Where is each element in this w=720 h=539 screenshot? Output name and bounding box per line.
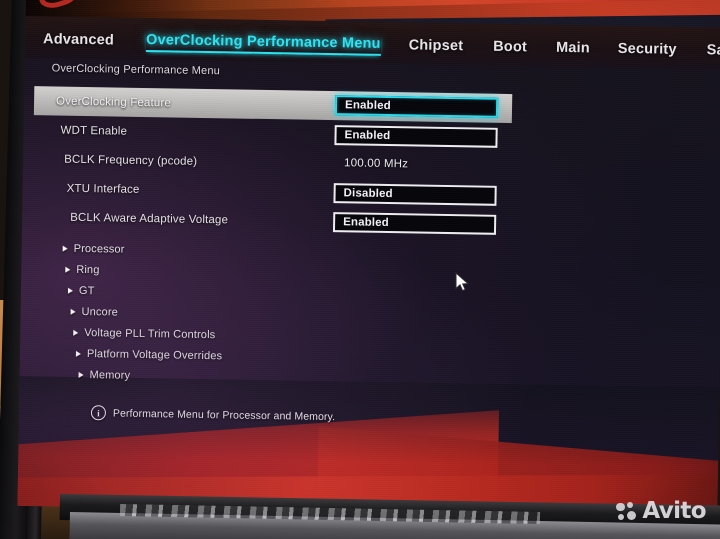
setting-value-text: Enabled <box>344 99 391 113</box>
tab-main[interactable]: Main <box>556 38 590 59</box>
setting-label: BCLK Frequency (pcode) <box>64 153 198 168</box>
help-text: Performance Menu for Processor and Memor… <box>112 407 336 423</box>
chevron-right-icon <box>78 371 84 378</box>
info-icon: i <box>90 405 107 421</box>
tab-boot[interactable]: Boot <box>493 37 527 58</box>
avito-dots-icon <box>616 501 637 522</box>
bios-screen: GAMERS BIOS Utility - Advanced Mode Adva… <box>17 0 720 518</box>
setting-value-xtu-interface[interactable]: Disabled <box>333 183 497 206</box>
photo-scene: GAMERS BIOS Utility - Advanced Mode Adva… <box>0 0 720 539</box>
submenu-label: Voltage PLL Trim Controls <box>84 326 216 341</box>
tab-chipset[interactable]: Chipset <box>408 35 463 56</box>
submenu-label: Ring <box>76 263 100 276</box>
chevron-right-icon <box>70 308 76 315</box>
chevron-right-icon <box>73 329 79 336</box>
chevron-right-icon <box>67 287 74 294</box>
rog-eye-icon <box>38 0 72 1</box>
tab-overclocking-performance-menu[interactable]: OverClocking Performance Menu <box>145 29 381 56</box>
avito-watermark-text: Avito <box>642 498 706 524</box>
submenu-label: Platform Voltage Overrides <box>86 347 223 362</box>
setting-label: XTU Interface <box>66 182 140 196</box>
tab-security[interactable]: Security <box>618 39 677 60</box>
setting-label: BCLK Aware Adaptive Voltage <box>70 211 229 226</box>
submenu-label: GT <box>78 284 95 297</box>
avito-watermark: Avito <box>616 498 707 524</box>
submenu-label: Memory <box>89 368 131 382</box>
breadcrumb: OverClocking Performance Menu <box>51 62 221 78</box>
setting-value-text: Enabled <box>344 129 391 143</box>
setting-value-bclk-frequency: 100.00 MHz <box>344 157 409 171</box>
tab-save-and-exit[interactable]: Save & Exit <box>707 40 720 61</box>
setting-value-text: Enabled <box>343 216 390 230</box>
chevron-right-icon <box>65 266 71 273</box>
submenu-label: Uncore <box>81 305 119 319</box>
submenu-label: Processor <box>73 242 125 256</box>
chevron-right-icon <box>75 350 81 357</box>
chevron-right-icon <box>62 245 68 252</box>
setting-value-overclocking-feature[interactable]: Enabled <box>334 95 499 118</box>
setting-value-bclk-aware-adaptive-voltage[interactable]: Enabled <box>332 212 497 235</box>
settings-list: OverClocking Feature Enabled WDT Enable … <box>19 86 720 396</box>
tab-advanced[interactable]: Advanced <box>43 29 114 50</box>
mouse-cursor <box>455 272 470 292</box>
setting-value-wdt-enable[interactable]: Enabled <box>334 125 498 148</box>
setting-value-text: Disabled <box>343 187 393 201</box>
setting-label: WDT Enable <box>60 124 128 138</box>
setting-label: OverClocking Feature <box>55 95 172 109</box>
